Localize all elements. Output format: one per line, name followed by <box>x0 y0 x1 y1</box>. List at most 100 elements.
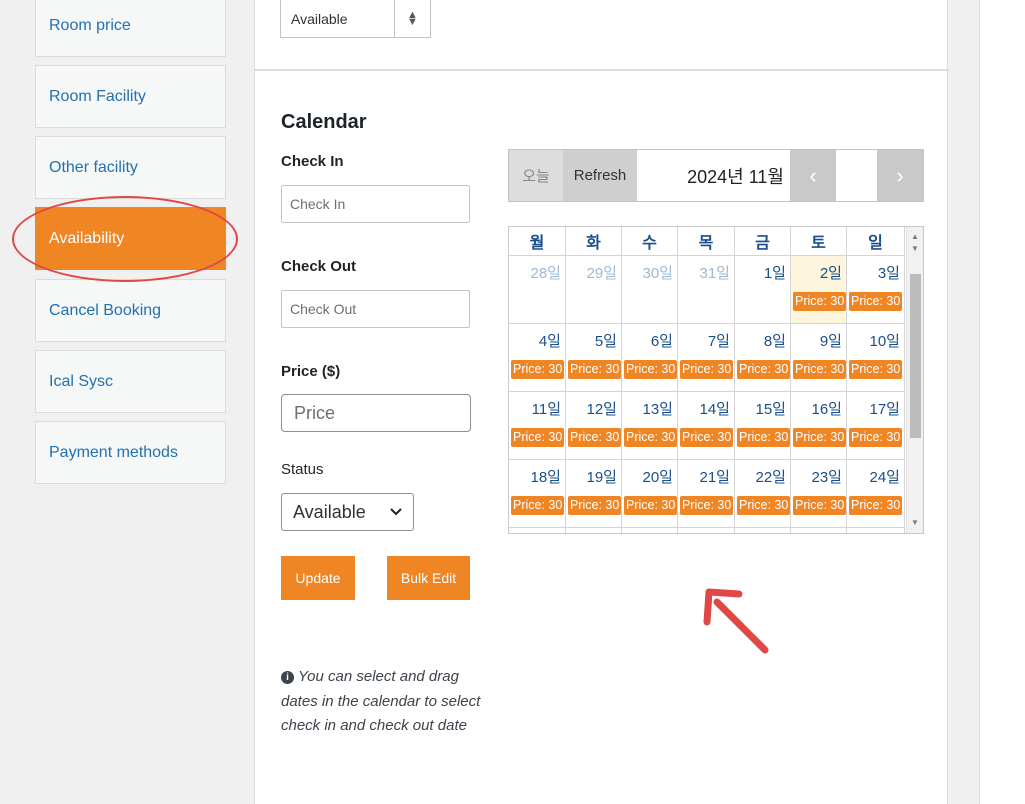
calendar-day-cell[interactable]: 13일 Price: 30 <box>622 392 678 460</box>
price-tag: Price: 30 <box>624 360 677 379</box>
calendar-day-cell[interactable]: 16일 Price: 30 <box>791 392 847 460</box>
calendar-day-cell[interactable] <box>566 528 622 533</box>
price-tag: Price: 30 <box>849 496 902 515</box>
availability-panel: Available ▲ ▼ Calendar Check In Check In … <box>254 0 949 804</box>
calendar-day-cell[interactable]: 31일 <box>678 256 735 324</box>
calendar-day-cell[interactable]: 14일 Price: 30 <box>678 392 735 460</box>
calendar-day-cell[interactable]: 15일 Price: 30 <box>735 392 791 460</box>
scroll-up-small-icon: ▼ <box>911 243 919 253</box>
price-tag: Price: 30 <box>511 360 564 379</box>
calendar-day-cell[interactable]: 6일 Price: 30 <box>622 324 678 392</box>
calendar-scrollbar[interactable]: ▲ ▼ ▼ <box>906 227 923 533</box>
sidebar-item-label: Availability <box>49 229 125 247</box>
day-number: 19일 <box>586 469 618 486</box>
status-select[interactable]: Available <box>281 493 414 531</box>
day-number: 16일 <box>811 401 843 418</box>
weekday-header: 목 <box>678 227 735 256</box>
prev-month-button[interactable]: ‹ <box>790 150 836 201</box>
top-status-select[interactable]: Available ▲ ▼ <box>280 0 431 38</box>
day-number: 18일 <box>530 469 562 486</box>
calendar-day-cell[interactable]: 7일 Price: 30 <box>678 324 735 392</box>
calendar-day-cell[interactable]: 22일 Price: 30 <box>735 460 791 528</box>
day-number: 3일 <box>877 265 900 282</box>
check-in-input[interactable]: Check In <box>281 185 470 223</box>
price-tag: Price: 30 <box>793 428 846 447</box>
calendar-day-cell[interactable]: 19일 Price: 30 <box>566 460 622 528</box>
check-in-label: Check In <box>281 153 344 170</box>
calendar-day-cell[interactable] <box>847 528 905 533</box>
day-number: 5일 <box>594 333 617 350</box>
calendar-day-cell[interactable]: 17일 Price: 30 <box>847 392 905 460</box>
sidebar-item-availability[interactable]: Availability <box>35 207 226 270</box>
sidebar-item-other-facility[interactable]: Other facility <box>35 136 226 199</box>
sidebar-item-payment-methods[interactable]: Payment methods <box>35 421 226 484</box>
calendar-day-cell[interactable]: 10일 Price: 30 <box>847 324 905 392</box>
day-number: 15일 <box>755 401 787 418</box>
price-tag: Price: 30 <box>511 496 564 515</box>
day-number: 29일 <box>586 265 618 282</box>
calendar-day-cell[interactable]: 29일 <box>566 256 622 324</box>
next-month-button[interactable]: › <box>877 150 923 201</box>
calendar-day-cell[interactable] <box>678 528 735 533</box>
today-button[interactable]: 오늘 <box>509 150 563 201</box>
price-tag: Price: 30 <box>680 496 733 515</box>
price-tag: Price: 30 <box>737 360 790 379</box>
sidebar-item-label: Ical Sysc <box>49 372 114 390</box>
calendar-day-cell[interactable]: 3일 Price: 30 <box>847 256 905 324</box>
weekday-header: 월 <box>509 227 566 256</box>
calendar-day-cell[interactable]: 9일 Price: 30 <box>791 324 847 392</box>
day-number: 1일 <box>763 265 786 282</box>
weekday-header: 화 <box>566 227 622 256</box>
weekday-header: 금 <box>735 227 791 256</box>
weekday-header: 토 <box>791 227 847 256</box>
info-icon: i <box>281 671 294 684</box>
day-number: 11일 <box>531 401 561 418</box>
calendar-day-cell[interactable]: 11일 Price: 30 <box>509 392 566 460</box>
calendar-day-cell[interactable]: 1일 <box>735 256 791 324</box>
section-divider <box>255 69 949 71</box>
check-out-input[interactable]: Check Out <box>281 290 470 328</box>
price-tag: Price: 30 <box>849 428 902 447</box>
check-out-label: Check Out <box>281 258 357 275</box>
day-number: 10일 <box>869 333 901 350</box>
price-tag: Price: 30 <box>568 428 621 447</box>
sidebar-item-room-facility[interactable]: Room Facility <box>35 65 226 128</box>
sidebar-item-ical-sysc[interactable]: Ical Sysc <box>35 350 226 413</box>
calendar-day-cell[interactable]: 4일 Price: 30 <box>509 324 566 392</box>
calendar-month-label: 2024년 11월 <box>687 166 784 187</box>
price-tag: Price: 30 <box>849 292 902 311</box>
scroll-down-icon[interactable]: ▼ <box>907 515 923 529</box>
price-tag: Price: 30 <box>793 360 846 379</box>
update-button[interactable]: Update <box>281 556 355 600</box>
sidebar-item-label: Room price <box>49 16 131 34</box>
bulk-edit-button[interactable]: Bulk Edit <box>387 556 470 600</box>
price-input[interactable]: Price <box>281 394 471 432</box>
calendar-day-cell[interactable]: 23일 Price: 30 <box>791 460 847 528</box>
calendar-day-cell[interactable] <box>735 528 791 533</box>
calendar-day-cell[interactable]: 8일 Price: 30 <box>735 324 791 392</box>
calendar-day-cell[interactable]: 30일 <box>622 256 678 324</box>
calendar-day-cell[interactable] <box>791 528 847 533</box>
day-number: 13일 <box>642 401 674 418</box>
calendar-day-cell[interactable]: 20일 Price: 30 <box>622 460 678 528</box>
refresh-button[interactable]: Refresh <box>563 150 637 201</box>
sidebar-item-room-price[interactable]: Room price <box>35 0 226 57</box>
calendar-day-cell[interactable]: 28일 <box>509 256 566 324</box>
chevron-down-icon <box>389 505 403 522</box>
calendar-day-cell[interactable]: 2일 Price: 30 <box>791 256 847 324</box>
calendar-day-cell[interactable]: 21일 Price: 30 <box>678 460 735 528</box>
day-number: 22일 <box>755 469 787 486</box>
calendar-day-cell[interactable]: 24일 Price: 30 <box>847 460 905 528</box>
help-note: i You can select and drag dates in the ca… <box>281 665 481 739</box>
calendar-day-cell[interactable]: 5일 Price: 30 <box>566 324 622 392</box>
settings-sidebar: Room price Room Facility Other facility … <box>0 0 254 804</box>
sidebar-item-label: Payment methods <box>49 443 178 461</box>
calendar-day-cell[interactable] <box>509 528 566 533</box>
scrollbar-thumb[interactable] <box>910 274 921 438</box>
sidebar-item-cancel-booking[interactable]: Cancel Booking <box>35 279 226 342</box>
calendar-day-cell[interactable]: 18일 Price: 30 <box>509 460 566 528</box>
calendar-day-cell[interactable]: 12일 Price: 30 <box>566 392 622 460</box>
help-note-text: You can select and drag dates in the cal… <box>281 668 481 734</box>
calendar-day-cell[interactable] <box>622 528 678 533</box>
day-number: 31일 <box>699 265 731 282</box>
